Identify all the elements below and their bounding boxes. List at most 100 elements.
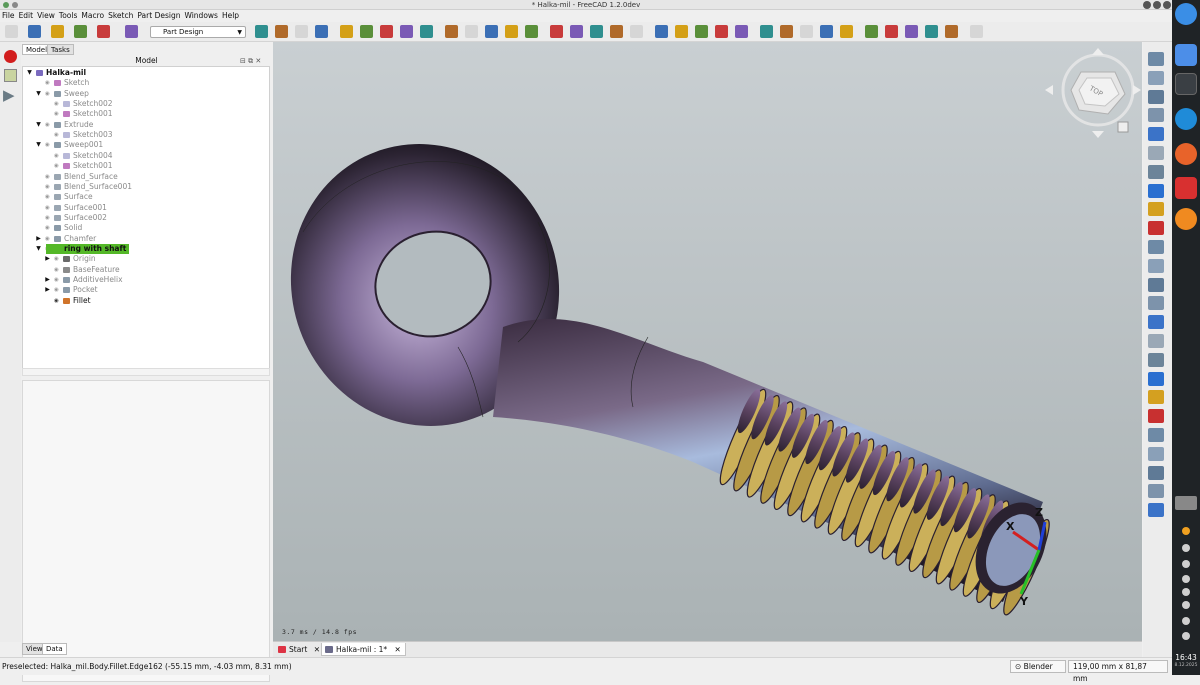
night-light-icon[interactable] — [1182, 527, 1190, 535]
close-icon[interactable] — [1163, 1, 1171, 9]
part-design-tool-icon[interactable] — [1148, 446, 1164, 461]
shield-icon[interactable] — [1182, 544, 1190, 552]
menu-tools[interactable]: Tools — [57, 10, 79, 22]
tree-item[interactable]: ◉ Sketch001 — [23, 161, 269, 171]
model-tree[interactable]: ▼ Halka-mil ◉ Sketch ▼ ◉ Sweep ◉ Sketch002 ◉ Sketc… — [22, 66, 270, 372]
tab-halka-mil[interactable]: Halka-mil : 1* ✕ — [321, 643, 406, 656]
tab-data[interactable]: Data — [42, 643, 67, 655]
part-icon[interactable] — [400, 25, 413, 38]
draft-icon[interactable] — [945, 25, 958, 38]
visibility-eye-icon[interactable]: ◉ — [45, 223, 52, 233]
pocket-icon[interactable] — [760, 25, 773, 38]
visibility-eye-icon[interactable]: ◉ — [54, 265, 61, 275]
part-design-tool-icon[interactable] — [1148, 409, 1164, 424]
part-design-tool-icon[interactable] — [1148, 70, 1164, 85]
tab-close-icon[interactable]: ✕ — [395, 645, 401, 654]
navcube-down-arrow-icon[interactable] — [1092, 131, 1104, 138]
minimize-icon[interactable] — [1143, 1, 1151, 9]
download-icon[interactable] — [1175, 108, 1197, 130]
launcher-icon[interactable] — [1175, 3, 1197, 25]
part-design-tool-icon[interactable] — [1148, 484, 1164, 499]
part-design-tool-icon[interactable] — [1148, 221, 1164, 236]
tree-item[interactable]: ◉ Sketch001 — [23, 109, 269, 119]
navigation-style-button[interactable]: ⊙ Blender — [1010, 660, 1066, 673]
expand-right-icon[interactable]: ▶ — [44, 285, 51, 295]
tab-tasks[interactable]: Tasks — [47, 44, 74, 55]
pipe-icon[interactable] — [715, 25, 728, 38]
visibility-eye-icon[interactable]: ◉ — [45, 140, 52, 150]
groove-icon[interactable] — [800, 25, 813, 38]
part-design-tool-icon[interactable] — [1148, 277, 1164, 292]
save-icon[interactable] — [51, 25, 64, 38]
tree-horizontal-scrollbar[interactable] — [22, 368, 270, 376]
tree-item[interactable]: ◉ Surface001 — [23, 203, 269, 213]
expand-right-icon[interactable]: ▶ — [44, 275, 51, 285]
terminal-icon[interactable] — [1175, 73, 1197, 95]
part-design-tool-icon[interactable] — [1148, 89, 1164, 104]
tree-item[interactable]: ▼ ◉ Sweep — [23, 89, 269, 99]
part-design-tool-icon[interactable] — [1148, 108, 1164, 123]
tree-item[interactable]: ◉ Sketch003 — [23, 130, 269, 140]
datum-point-icon[interactable] — [570, 25, 583, 38]
model-render[interactable]: X Z Y TOP — [273, 42, 1142, 641]
visibility-eye-icon[interactable]: ◉ — [45, 182, 52, 192]
fit-all-icon[interactable] — [255, 25, 268, 38]
navcube-up-arrow-icon[interactable] — [1092, 48, 1104, 55]
more-icon[interactable] — [1182, 632, 1190, 640]
part-design-tool-icon[interactable] — [1148, 202, 1164, 217]
navigation-cube[interactable]: TOP — [1045, 48, 1141, 138]
part-design-tool-icon[interactable] — [1148, 371, 1164, 386]
menu-sketch[interactable]: Sketch — [106, 10, 135, 22]
part-design-tool-icon[interactable] — [1148, 315, 1164, 330]
tree-item[interactable]: ◉ Blend_Surface001 — [23, 182, 269, 192]
validate-sketch-icon[interactable] — [550, 25, 563, 38]
undo-icon[interactable] — [74, 25, 87, 38]
tree-item[interactable]: ▼◉ring with shaft — [23, 243, 269, 254]
navcube-iso-icon[interactable] — [1117, 121, 1129, 133]
tree-item[interactable]: ◉ Sketch004 — [23, 151, 269, 161]
tree-item[interactable]: ◉ Solid — [23, 223, 269, 233]
expand-down-icon[interactable]: ▼ — [35, 244, 42, 254]
navcube-right-arrow-icon[interactable] — [1133, 85, 1141, 95]
visibility-eye-icon[interactable]: ◉ — [45, 203, 52, 213]
tree-item[interactable]: ◉ Sketch — [23, 78, 269, 88]
fillet-icon[interactable] — [905, 25, 918, 38]
tree-item[interactable]: ▶ ◉ Chamfer — [23, 234, 269, 244]
visibility-eye-icon[interactable]: ◉ — [45, 172, 52, 182]
3d-viewport[interactable]: X Z Y TOP 3.7 ms / 14.8 fps — [273, 42, 1142, 641]
settings-icon[interactable] — [1182, 560, 1190, 568]
part-design-tool-icon[interactable] — [1148, 296, 1164, 311]
part-design-tool-icon[interactable] — [1148, 183, 1164, 198]
visibility-eye-icon[interactable]: ◉ — [45, 234, 52, 244]
visibility-eye-icon[interactable]: ◉ — [45, 213, 52, 223]
visibility-eye-icon[interactable]: ◉ — [45, 192, 52, 202]
tree-item[interactable]: ▼ Halka-mil — [23, 68, 269, 78]
measure-icon[interactable] — [380, 25, 393, 38]
view-isometric-icon[interactable] — [295, 25, 308, 38]
fit-selection-icon[interactable] — [275, 25, 288, 38]
orange-app-icon[interactable] — [1175, 208, 1197, 230]
tree-item[interactable]: ▶ ◉ Origin — [23, 254, 269, 264]
firefox-icon[interactable] — [1175, 143, 1197, 165]
tree-item[interactable]: ◉ BaseFeature — [23, 265, 269, 275]
visibility-eye-icon[interactable]: ◉ — [45, 89, 52, 99]
part-design-tool-icon[interactable] — [1148, 127, 1164, 142]
tree-item[interactable]: ◉ Fillet — [23, 296, 269, 306]
redo-icon[interactable] — [97, 25, 110, 38]
expand-down-icon[interactable]: ▼ — [35, 89, 42, 99]
visibility-eye-icon[interactable]: ◉ — [54, 275, 61, 285]
link-icon[interactable] — [445, 25, 458, 38]
visibility-eye-icon[interactable]: ◉ — [54, 130, 61, 140]
clock-time[interactable]: 16:43 — [1172, 654, 1200, 662]
refresh-icon[interactable] — [125, 25, 138, 38]
subtractive-loft-icon[interactable] — [820, 25, 833, 38]
navcube-left-arrow-icon[interactable] — [1045, 85, 1053, 95]
visibility-eye-icon[interactable]: ◉ — [54, 99, 61, 109]
menu-macro[interactable]: Macro — [79, 10, 106, 22]
part-design-tool-icon[interactable] — [1148, 164, 1164, 179]
hole-icon[interactable] — [780, 25, 793, 38]
menu-part-design[interactable]: Part Design — [135, 10, 182, 22]
part-design-tool-icon[interactable] — [1148, 390, 1164, 405]
part-design-tool-icon[interactable] — [1148, 352, 1164, 367]
boolean-icon[interactable] — [885, 25, 898, 38]
